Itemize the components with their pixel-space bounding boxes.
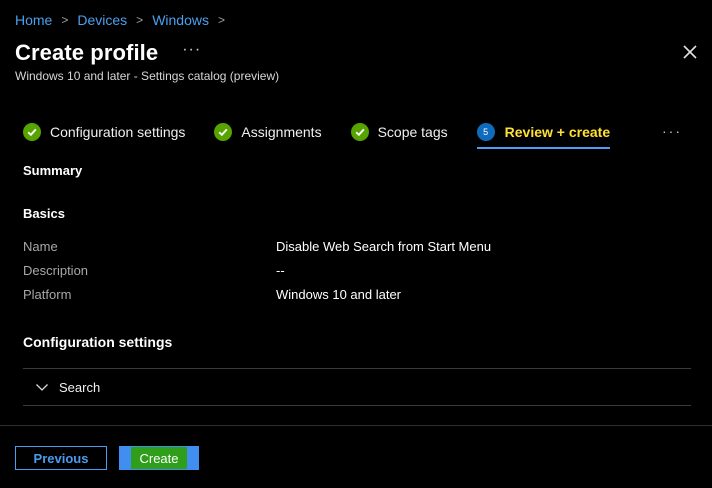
breadcrumb-windows[interactable]: Windows <box>152 12 209 28</box>
step-label: Assignments <box>241 124 322 140</box>
create-button[interactable]: Create <box>119 446 199 470</box>
summary-heading: Summary <box>23 163 83 178</box>
page-subtitle: Windows 10 and later - Settings catalog … <box>15 69 280 83</box>
step-label: Scope tags <box>377 124 448 140</box>
footer-divider <box>0 425 712 426</box>
field-value-name: Disable Web Search from Start Menu <box>276 239 492 254</box>
basics-heading: Basics <box>23 206 65 221</box>
breadcrumb-home[interactable]: Home <box>15 12 52 28</box>
page-title: Create profile <box>15 40 159 65</box>
step-number-badge: 5 <box>476 123 495 141</box>
checkmark-icon <box>350 123 369 141</box>
chevron-right-icon: > <box>136 13 144 27</box>
search-accordion[interactable]: Search <box>23 368 691 406</box>
chevron-down-icon <box>36 384 48 391</box>
field-label-description: Description <box>23 263 89 278</box>
wizard-steps: Configuration settings Assignments Scope… <box>23 120 712 154</box>
field-label-name: Name <box>23 239 58 254</box>
field-value-platform: Windows 10 and later <box>276 287 402 302</box>
breadcrumb-devices[interactable]: Devices <box>77 12 127 28</box>
checkmark-icon <box>23 123 41 141</box>
accordion-label: Search <box>59 379 101 395</box>
configuration-settings-heading: Configuration settings <box>23 334 173 350</box>
step-label: Configuration settings <box>50 124 186 140</box>
more-ellipsis-icon[interactable]: ··· <box>662 123 682 139</box>
tab-scope-tags[interactable]: Scope tags <box>350 120 448 144</box>
tab-review-create[interactable]: 5 Review + create <box>476 120 611 149</box>
breadcrumb: Home > Devices > Windows > <box>15 12 234 28</box>
previous-button[interactable]: Previous <box>15 446 107 470</box>
field-value-description: -- <box>276 263 285 278</box>
tab-configuration-settings[interactable]: Configuration settings <box>23 120 185 144</box>
tab-assignments[interactable]: Assignments <box>214 120 322 144</box>
field-label-platform: Platform <box>23 287 72 302</box>
chevron-right-icon: > <box>61 13 69 27</box>
more-options-icon[interactable]: ··· <box>182 41 201 59</box>
chevron-right-icon: > <box>217 13 225 27</box>
create-button-label: Create <box>131 447 187 469</box>
step-label: Review + create <box>504 124 611 140</box>
close-icon <box>683 45 697 59</box>
close-button[interactable] <box>680 42 700 62</box>
checkmark-icon <box>214 123 233 141</box>
title-row: Create profile ··· <box>15 40 201 66</box>
